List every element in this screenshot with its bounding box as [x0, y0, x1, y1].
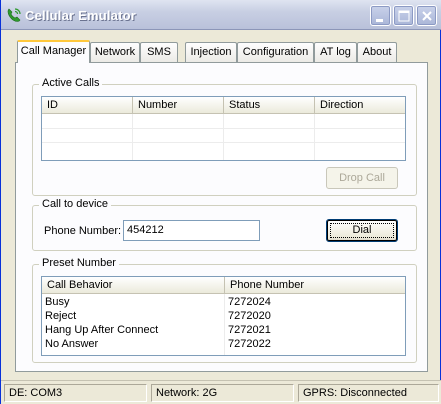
- app-window: Cellular Emulator Call Manager Network S…: [0, 0, 441, 404]
- tab-label: About: [362, 46, 392, 58]
- minimize-icon: [376, 19, 383, 22]
- phone-number-cell: 7272022: [228, 338, 271, 350]
- tab-about[interactable]: About: [357, 42, 397, 62]
- tab-label: Call Manager: [20, 45, 87, 57]
- column-header-id[interactable]: ID: [42, 97, 133, 114]
- minimize-button[interactable]: [370, 5, 391, 26]
- status-gprs: GPRS: Disconnected: [298, 384, 439, 402]
- column-header-status[interactable]: Status: [224, 97, 315, 114]
- preset-number-header: Call Behavior Phone Number: [42, 277, 405, 294]
- maximize-icon: [398, 10, 410, 22]
- grid-line: [42, 128, 405, 129]
- preset-number-group: Preset Number Call Behavior Phone Number…: [32, 257, 417, 363]
- phone-number-input[interactable]: 454212: [123, 220, 260, 241]
- call-behavior-cell: Hang Up After Connect: [45, 324, 159, 336]
- active-calls-title: Active Calls: [39, 77, 103, 89]
- tab-call-manager[interactable]: Call Manager: [17, 40, 90, 63]
- call-manager-panel: Active Calls ID Number Status Direction …: [15, 62, 428, 372]
- column-header-call-behavior[interactable]: Call Behavior: [42, 277, 225, 294]
- preset-number-title: Preset Number: [39, 257, 119, 269]
- status-bar: DE: COM3 Network: 2G GPRS: Disconnected: [1, 380, 441, 404]
- call-to-device-title: Call to device: [39, 198, 112, 210]
- tab-injection[interactable]: Injection: [185, 42, 237, 62]
- active-calls-group: Active Calls ID Number Status Direction …: [32, 77, 417, 196]
- status-network: Network: 2G: [151, 384, 294, 402]
- phone-number-label: Phone Number:: [44, 225, 122, 237]
- tab-at-log[interactable]: AT log: [314, 42, 357, 62]
- tab-configuration[interactable]: Configuration: [237, 42, 314, 62]
- preset-number-list[interactable]: Call Behavior Phone Number Busy 7272024 …: [41, 276, 406, 356]
- call-behavior-cell: No Answer: [45, 338, 99, 350]
- table-row[interactable]: Reject 7272020: [42, 309, 405, 323]
- tab-label: Configuration: [242, 46, 309, 58]
- grid-line: [314, 114, 315, 160]
- phone-number-cell: 7272024: [228, 296, 271, 308]
- table-row[interactable]: No Answer 7272022: [42, 337, 405, 351]
- close-icon: [422, 11, 432, 21]
- title-bar[interactable]: Cellular Emulator: [1, 0, 441, 30]
- phone-icon: [6, 7, 22, 23]
- tab-label: SMS: [147, 46, 171, 58]
- table-row[interactable]: Hang Up After Connect 7272021: [42, 323, 405, 337]
- table-row[interactable]: Busy 7272024: [42, 295, 405, 309]
- grid-line: [223, 114, 224, 160]
- close-button[interactable]: [416, 5, 437, 26]
- preset-rows: Busy 7272024 Reject 7272020 Hang Up Afte…: [42, 295, 405, 351]
- focus-ring: [330, 223, 394, 238]
- phone-number-cell: 7272020: [228, 310, 271, 322]
- tab-label: Network: [94, 46, 136, 58]
- tab-sms[interactable]: SMS: [140, 42, 178, 62]
- phone-number-cell: 7272021: [228, 324, 271, 336]
- tab-label: Injection: [190, 46, 232, 58]
- call-to-device-group: Call to device Phone Number: 454212 Dial: [32, 198, 417, 251]
- call-behavior-cell: Reject: [45, 310, 77, 322]
- grid-line: [132, 114, 133, 160]
- window-title: Cellular Emulator: [25, 8, 137, 23]
- active-calls-list[interactable]: ID Number Status Direction: [41, 96, 406, 161]
- call-behavior-cell: Busy: [45, 296, 70, 308]
- grid-line: [42, 142, 405, 143]
- active-calls-header: ID Number Status Direction: [42, 97, 405, 114]
- status-de: DE: COM3: [4, 384, 147, 402]
- column-header-number[interactable]: Number: [133, 97, 224, 114]
- maximize-button[interactable]: [393, 5, 414, 26]
- tab-label: AT log: [320, 46, 351, 58]
- tab-network[interactable]: Network: [90, 42, 140, 62]
- column-header-direction[interactable]: Direction: [315, 97, 405, 114]
- dial-button[interactable]: Dial: [326, 219, 398, 242]
- column-header-phone-number[interactable]: Phone Number: [225, 277, 405, 294]
- drop-call-button[interactable]: Drop Call: [326, 167, 398, 189]
